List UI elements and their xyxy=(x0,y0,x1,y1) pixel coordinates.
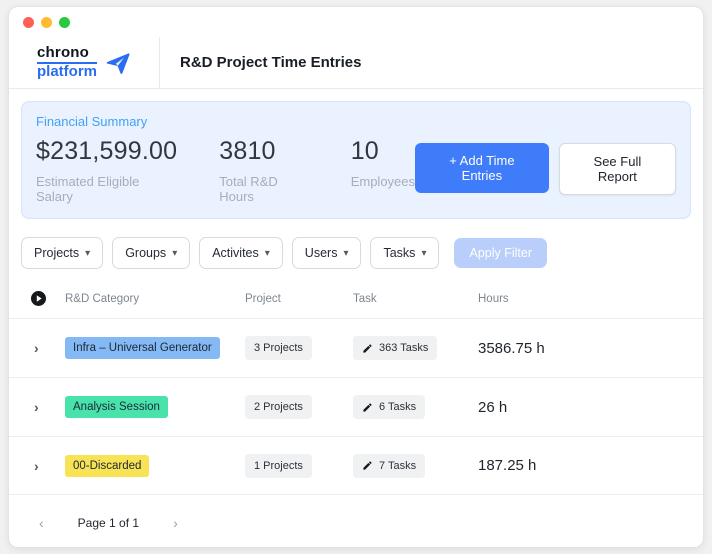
hours-value: 3586.75 h xyxy=(478,340,703,357)
add-time-entries-button[interactable]: + Add Time Entries xyxy=(415,143,549,193)
tasks-badge[interactable]: 363 Tasks xyxy=(353,336,437,360)
stat-employees: 10 Employees xyxy=(351,137,415,204)
see-full-report-button[interactable]: See Full Report xyxy=(559,143,676,195)
stat-total-rd-hours: 3810 Total R&D Hours xyxy=(219,137,308,204)
category-pill: Analysis Session xyxy=(65,396,168,418)
chevron-down-icon: ▾ xyxy=(421,248,426,259)
category-pill: 00-Discarded xyxy=(65,455,149,477)
tasks-badge-label: 7 Tasks xyxy=(379,460,416,472)
table-row: › Analysis Session 2 Projects 6 Tasks 26… xyxy=(9,377,703,436)
paper-plane-icon xyxy=(105,50,131,76)
projects-badge: 1 Projects xyxy=(245,454,312,478)
previous-page-button[interactable]: ‹ xyxy=(39,515,44,531)
table-header-row: R&D Category Project Task Hours xyxy=(9,291,703,318)
groups-filter-dropdown[interactable]: Groups ▾ xyxy=(112,237,190,269)
stat-eligible-salary: $231,599.00 Estimated Eligible Salary xyxy=(36,137,177,204)
activities-filter-dropdown[interactable]: Activites ▾ xyxy=(199,237,283,269)
column-header-category: R&D Category xyxy=(65,293,245,305)
tasks-badge[interactable]: 6 Tasks xyxy=(353,395,425,419)
filter-bar: Projects ▾ Groups ▾ Activites ▾ Users ▾ … xyxy=(21,237,691,269)
logo-text-platform: platform xyxy=(37,64,97,80)
expand-row-chevron-icon[interactable]: › xyxy=(31,458,65,474)
pagination: ‹ Page 1 of 1 › xyxy=(9,495,703,531)
chrono-logo: chrono platform xyxy=(9,37,159,88)
hours-value: 26 h xyxy=(478,399,703,416)
projects-badge: 2 Projects xyxy=(245,395,312,419)
stat-label: Total R&D Hours xyxy=(219,174,308,204)
close-window-button[interactable] xyxy=(23,17,34,28)
column-header-task: Task xyxy=(353,293,478,305)
table-row: › Infra – Universal Generator 3 Projects… xyxy=(9,318,703,377)
tasks-filter-dropdown[interactable]: Tasks ▾ xyxy=(370,237,439,269)
column-header-project: Project xyxy=(245,293,353,305)
stat-label: Estimated Eligible Salary xyxy=(36,174,177,204)
chevron-down-icon: ▾ xyxy=(265,248,270,259)
tasks-badge-label: 363 Tasks xyxy=(379,342,428,354)
table-row: › 00-Discarded 1 Projects 7 Tasks 187.25… xyxy=(9,436,703,495)
tasks-badge[interactable]: 7 Tasks xyxy=(353,454,425,478)
app-window: chrono platform R&D Project Time Entries… xyxy=(8,6,704,548)
minimize-window-button[interactable] xyxy=(41,17,52,28)
expand-row-chevron-icon[interactable]: › xyxy=(31,340,65,356)
stat-value: 3810 xyxy=(219,137,308,166)
projects-badge: 3 Projects xyxy=(245,336,312,360)
stat-value: $231,599.00 xyxy=(36,137,177,166)
maximize-window-button[interactable] xyxy=(59,17,70,28)
stat-value: 10 xyxy=(351,137,415,166)
chevron-down-icon: ▾ xyxy=(343,248,348,259)
tasks-badge-label: 6 Tasks xyxy=(379,401,416,413)
logo-text-chrono: chrono xyxy=(37,45,97,64)
chevron-down-icon: ▾ xyxy=(172,248,177,259)
projects-filter-dropdown[interactable]: Projects ▾ xyxy=(21,237,103,269)
pencil-icon xyxy=(362,402,373,413)
expand-row-chevron-icon[interactable]: › xyxy=(31,399,65,415)
column-header-hours: Hours xyxy=(478,293,703,305)
financial-summary-panel: Financial Summary $231,599.00 Estimated … xyxy=(21,101,691,219)
rd-category-table: R&D Category Project Task Hours › Infra … xyxy=(9,291,703,495)
apply-filter-button[interactable]: Apply Filter xyxy=(454,238,547,268)
pencil-icon xyxy=(362,460,373,471)
hours-value: 187.25 h xyxy=(478,457,703,474)
app-header: chrono platform R&D Project Time Entries xyxy=(9,37,703,89)
play-icon xyxy=(31,291,46,306)
chevron-down-icon: ▾ xyxy=(85,248,90,259)
page-title: R&D Project Time Entries xyxy=(160,37,361,88)
titlebar xyxy=(9,7,703,37)
financial-summary-title: Financial Summary xyxy=(36,114,676,129)
users-filter-dropdown[interactable]: Users ▾ xyxy=(292,237,362,269)
stat-label: Employees xyxy=(351,174,415,189)
page-indicator: Page 1 of 1 xyxy=(78,516,139,530)
next-page-button[interactable]: › xyxy=(173,515,178,531)
category-pill: Infra – Universal Generator xyxy=(65,337,220,359)
pencil-icon xyxy=(362,343,373,354)
